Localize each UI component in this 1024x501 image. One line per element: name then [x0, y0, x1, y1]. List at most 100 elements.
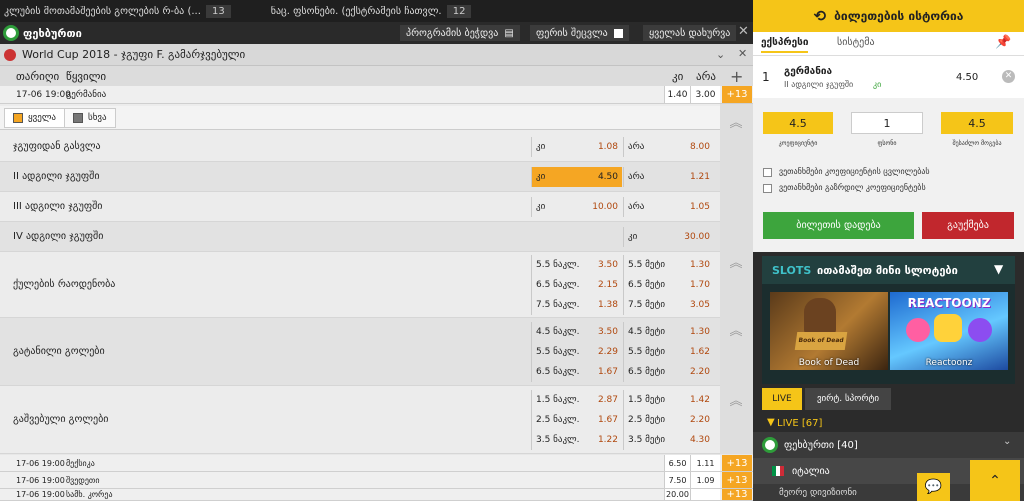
filter-other-tab[interactable]: სხვა: [64, 108, 116, 128]
collapse-up-icon[interactable]: ︽: [728, 116, 744, 132]
market-odd-right[interactable]: 7.5 მეტი 3.05: [623, 295, 714, 315]
market-odd-right[interactable]: 1.5 მეტი 1.42: [623, 390, 714, 410]
accept-change-label: ვეთანხმები კოეფიციენტის ცვლილებას: [779, 167, 930, 176]
market-odd-left[interactable]: 6.5 ნაკლ. 1.67: [531, 362, 622, 382]
market-odd-left[interactable]: 2.5 ნაკლ. 1.67: [531, 410, 622, 430]
top-strip-mid-text[interactable]: ნაც. ფსონები. (ექსტრამეის ჩათვლ...: [271, 6, 441, 17]
market-odd-left[interactable]: კი 1.08: [531, 137, 622, 157]
market-odd-right[interactable]: 4.5 მეტი 1.30: [623, 322, 714, 342]
print-program-label: პროგრამის ბეჭდვა: [406, 27, 499, 39]
chat-icon[interactable]: 💬: [917, 473, 950, 501]
stake-input[interactable]: 1: [851, 112, 923, 134]
market-odd-left-selected[interactable]: კი 4.50: [531, 167, 622, 187]
event-row-date: 17-06 19:00: [16, 89, 71, 100]
top-strip-left-text[interactable]: კლუბის მოთამაშეების გოლების რ-ბა (...: [0, 6, 200, 17]
event-row-no-odd[interactable]: 3.00: [690, 86, 720, 103]
event-row[interactable]: 17-06 19:00 შვედეთი 7.50 1.09 +13: [0, 472, 753, 489]
event-row[interactable]: 17-06 19:00 სამხ. კორეა 20.00 +13: [0, 489, 753, 501]
event-row-date: 17-06 19:00: [16, 490, 65, 499]
market-odd-right[interactable]: კი 30.00: [623, 227, 714, 247]
betslip-item-pick: კი: [873, 80, 882, 89]
chevron-down-icon[interactable]: ⌄: [1003, 436, 1011, 447]
close-event-icon[interactable]: ✕: [738, 47, 747, 60]
accept-change-checkbox[interactable]: [763, 168, 772, 177]
event-row-name: შვედეთი: [66, 475, 100, 485]
remove-item-icon[interactable]: ✕: [1002, 70, 1015, 83]
event-row-more[interactable]: +13: [722, 489, 752, 500]
slots-header[interactable]: SLOTS ითამაშეთ მინი სლოტები ▼: [762, 256, 1015, 284]
chevron-down-icon[interactable]: ⌄: [716, 48, 725, 61]
event-row[interactable]: 17-06 19:00 გერმანია 1.40 3.00 +13: [0, 86, 753, 104]
live-sport-row[interactable]: ფეხბურთი [40] ⌄: [753, 432, 1024, 458]
filter-bar: ყველა სხვა: [0, 106, 720, 130]
dropdown-arrow-icon[interactable]: ▼: [994, 262, 1003, 276]
market-odd-left[interactable]: 1.5 ნაკლ. 2.87: [531, 390, 622, 410]
market-odd-right[interactable]: არა 1.05: [623, 197, 714, 217]
scroll-top-icon[interactable]: ⌃: [970, 460, 1020, 501]
market-odd-right[interactable]: არა 1.21: [623, 167, 714, 187]
event-row-no-odd[interactable]: [690, 489, 720, 500]
odd-value: 1.08: [597, 142, 618, 152]
market-odd-left[interactable]: 5.5 ნაკლ. 2.29: [531, 342, 622, 362]
filter-all-tab[interactable]: ყველა: [4, 108, 65, 128]
close-all-button[interactable]: ყველას დახურვა: [643, 25, 737, 41]
market-odd-right[interactable]: 6.5 მეტი 2.20: [623, 362, 714, 382]
tab-live[interactable]: LIVE: [762, 388, 802, 410]
column-header: თარიღი წყვილი კი არა +: [0, 66, 753, 86]
market-odd-left[interactable]: 3.5 ნაკლ. 1.22: [531, 430, 622, 450]
tab-system[interactable]: სისტემა: [837, 37, 875, 48]
event-row[interactable]: 17-06 19:00 მექსიკა 6.50 1.11 +13: [0, 455, 753, 472]
market-odd-right[interactable]: 5.5 მეტი 1.62: [623, 342, 714, 362]
market-odd-left[interactable]: კი 10.00: [531, 197, 622, 217]
odd-value: 1.67: [597, 415, 618, 425]
top-strip-mid-count: 12: [446, 4, 472, 18]
event-row-yes-odd[interactable]: 7.50: [664, 472, 690, 488]
event-row-more[interactable]: +13: [722, 455, 752, 471]
odd-label: 1.5 მეტი: [628, 395, 665, 405]
event-row-yes-odd[interactable]: 20.00: [664, 489, 690, 500]
event-row-more[interactable]: +13: [722, 86, 752, 103]
cancel-button[interactable]: გაუქმება: [922, 212, 1014, 239]
event-row-more[interactable]: +13: [722, 472, 752, 488]
collapse-up-icon[interactable]: ︽: [728, 324, 744, 340]
tab-virtual-sport[interactable]: ვირტ. სპორტი: [805, 388, 891, 410]
market-odd-right[interactable]: 5.5 მეტი 1.30: [623, 255, 714, 275]
pin-icon[interactable]: 📌: [995, 35, 1011, 50]
collapse-up-icon[interactable]: ︽: [728, 394, 744, 410]
market-odd-right[interactable]: 6.5 მეტი 1.70: [623, 275, 714, 295]
add-icon[interactable]: +: [730, 66, 743, 86]
change-color-button[interactable]: ფერის შეცვლა: [530, 25, 629, 41]
betslip-actions: ბილეთის დადება გაუქმება: [753, 198, 1024, 252]
betslip-item-odd: 4.50: [956, 72, 979, 83]
checkbox-icon[interactable]: [613, 28, 623, 38]
close-icon[interactable]: ✕: [738, 24, 749, 39]
event-row-no-odd[interactable]: 1.09: [690, 472, 720, 488]
betslip-item-index: 1: [762, 70, 770, 84]
game-card-reactoonz[interactable]: REACTOONZ Reactoonz: [890, 292, 1008, 370]
market-odd-left[interactable]: 7.5 ნაკლ. 1.38: [531, 295, 622, 315]
collapse-up-icon[interactable]: ︽: [728, 256, 744, 272]
event-row-yes-odd[interactable]: 1.40: [664, 86, 690, 103]
market-odd-right[interactable]: 3.5 მეტი 4.30: [623, 430, 714, 450]
odd-value: 1.22: [597, 435, 618, 445]
odd-value: 4.30: [689, 435, 710, 445]
event-row-name: მექსიკა: [66, 458, 95, 468]
bet-history-button[interactable]: ⟲ ბილეთების ისტორია: [753, 0, 1024, 32]
market-odd-left[interactable]: 4.5 ნაკლ. 3.50: [531, 322, 622, 342]
market-odd-left[interactable]: 5.5 ნაკლ. 3.50: [531, 255, 622, 275]
accept-increase-checkbox[interactable]: [763, 184, 772, 193]
odd-value: 3.05: [689, 300, 710, 310]
place-bet-button[interactable]: ბილეთის დადება: [763, 212, 914, 239]
market-odd-left[interactable]: 6.5 ნაკლ. 2.15: [531, 275, 622, 295]
tab-express[interactable]: ექსპრესი: [761, 37, 809, 53]
odd-label: 5.5 მეტი: [628, 260, 665, 270]
odd-label: კი: [536, 142, 546, 152]
market-odd-right[interactable]: 2.5 მეტი 2.20: [623, 410, 714, 430]
col-event: წყვილი: [66, 69, 107, 83]
market-odd-right[interactable]: არა 8.00: [623, 137, 714, 157]
event-row-no-odd[interactable]: 1.11: [690, 455, 720, 471]
event-row-yes-odd[interactable]: 6.50: [664, 455, 690, 471]
print-program-button[interactable]: პროგრამის ბეჭდვა ▤: [400, 25, 520, 41]
game-card-book-of-dead[interactable]: Book of Dead Book of Dead: [770, 292, 888, 370]
stake-label: ფსონი: [877, 140, 897, 147]
